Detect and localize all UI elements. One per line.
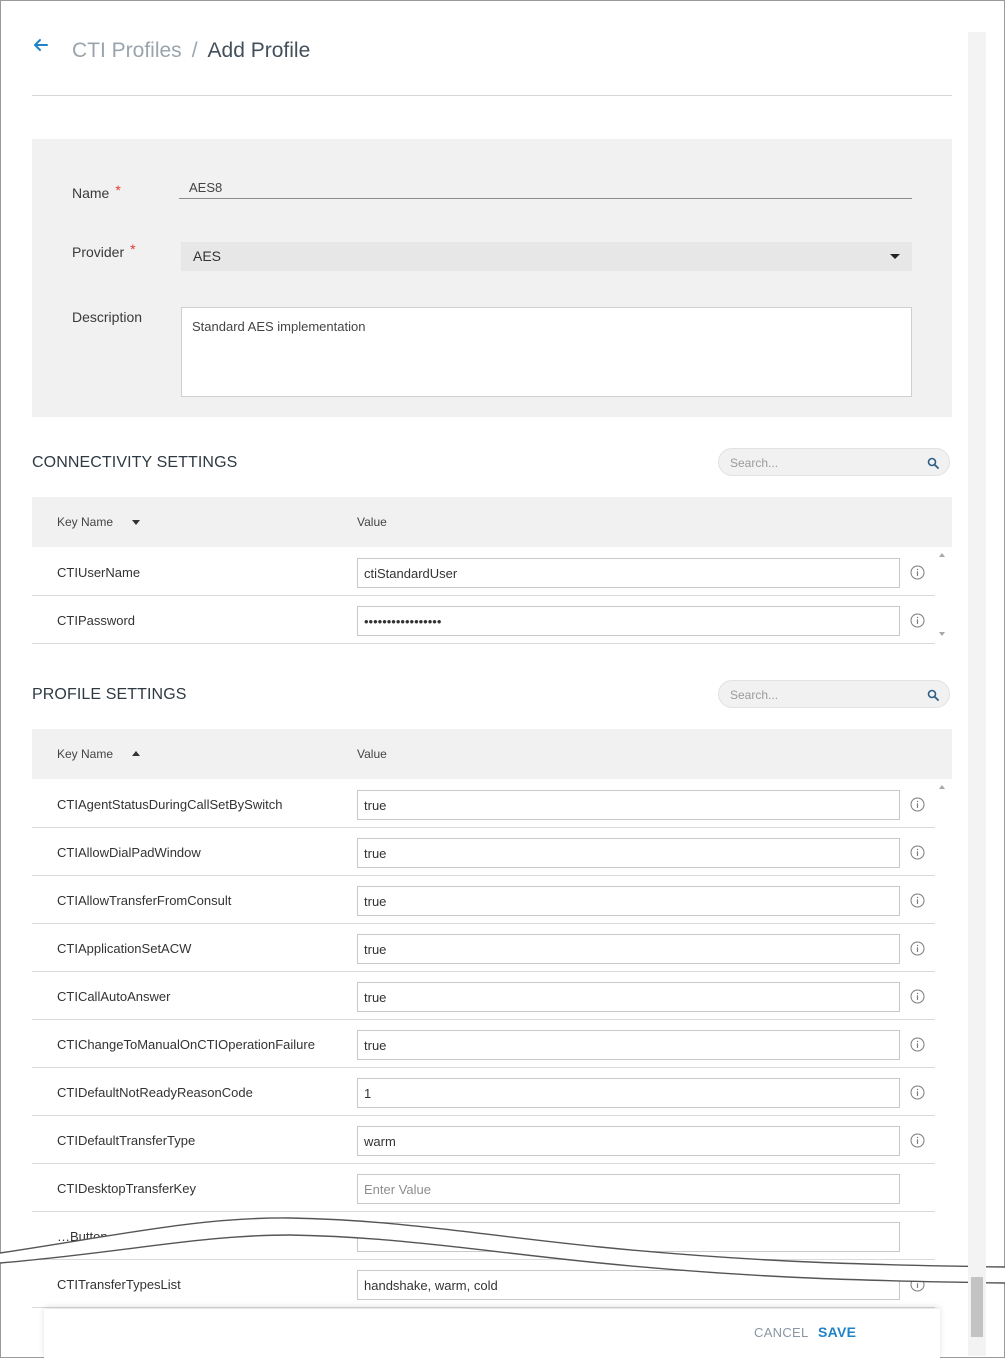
description-label: Description [72, 309, 143, 325]
row-value-input[interactable] [357, 982, 900, 1012]
row-value-input[interactable] [357, 838, 900, 868]
profile-search-input[interactable] [730, 687, 910, 703]
caret-down-icon [890, 254, 900, 259]
scroll-up-icon[interactable] [939, 553, 945, 557]
profile-table-header: Key Name Value [32, 729, 952, 779]
description-textarea[interactable]: Standard AES implementation [181, 307, 912, 397]
table-row: CTIAgentStatusDuringCallSetBySwitch [32, 780, 935, 828]
info-icon[interactable] [910, 941, 925, 956]
required-marker: * [130, 241, 136, 257]
name-label: Name * [72, 182, 121, 201]
table-row: …Button [32, 1212, 935, 1260]
sort-descending-icon[interactable] [132, 520, 140, 525]
row-value-input[interactable] [357, 1030, 900, 1060]
row-value-input[interactable] [357, 886, 900, 916]
info-icon[interactable] [910, 845, 925, 860]
table-row: CTICallAutoAnswer [32, 972, 935, 1020]
profile-settings-title: PROFILE SETTINGS [32, 686, 187, 703]
info-icon[interactable] [910, 1037, 925, 1052]
table-row: CTIPassword [32, 596, 935, 644]
info-icon[interactable] [910, 613, 925, 628]
table-row: CTIApplicationSetACW [32, 924, 935, 972]
table-row: CTITransferTypesList [32, 1260, 935, 1308]
table-row: CTIAllowTransferFromConsult [32, 876, 935, 924]
profile-form-panel: Name * Provider * AES Description Standard… [32, 139, 952, 417]
row-key: CTICallAutoAnswer [57, 989, 171, 1004]
connectivity-search [718, 448, 950, 476]
table-row: CTIDefaultNotReadyReasonCode [32, 1068, 935, 1116]
required-marker: * [115, 182, 121, 198]
row-key: CTIChangeToManualOnCTIOperationFailure [57, 1037, 315, 1052]
breadcrumb-cti-profiles[interactable]: CTI Profiles [72, 39, 182, 63]
provider-dropdown[interactable]: AES [181, 242, 912, 271]
scroll-up-icon[interactable] [939, 785, 945, 789]
page-title: Add Profile [207, 39, 311, 62]
row-value-input[interactable] [357, 934, 900, 964]
row-value-input[interactable] [357, 1078, 900, 1108]
table-row: CTIDefaultTransferType [32, 1116, 935, 1164]
info-icon[interactable] [910, 989, 925, 1004]
info-icon[interactable] [910, 893, 925, 908]
scroll-down-icon[interactable] [939, 632, 945, 636]
provider-label: Provider * [72, 241, 136, 260]
cancel-button[interactable]: CANCEL [754, 1325, 809, 1340]
profile-table-scrollbar[interactable] [937, 782, 949, 1302]
name-input[interactable] [179, 177, 912, 199]
connectivity-table-scrollbar[interactable] [937, 550, 949, 642]
row-key: …Button [57, 1229, 108, 1244]
sort-ascending-icon[interactable] [132, 751, 140, 756]
profile-search [718, 680, 950, 708]
search-icon[interactable] [927, 689, 939, 701]
connectivity-search-input[interactable] [730, 455, 910, 471]
row-key: CTIAllowTransferFromConsult [57, 893, 232, 908]
connectivity-table-header: Key Name Value [32, 497, 952, 547]
page-scrollbar[interactable] [968, 32, 986, 1356]
row-key: CTIUserName [57, 565, 141, 580]
info-icon[interactable] [910, 797, 925, 812]
provider-selected-value: AES [193, 248, 222, 264]
password-input[interactable] [357, 606, 900, 636]
row-key: CTIDefaultTransferType [57, 1133, 196, 1148]
info-icon[interactable] [910, 1277, 925, 1292]
column-header-value: Value [357, 747, 387, 761]
table-row: CTIUserName [32, 548, 935, 596]
search-icon[interactable] [927, 457, 939, 469]
page-header: CTI Profiles / Add Profile [32, 30, 952, 96]
row-key: CTITransferTypesList [57, 1277, 181, 1292]
column-header-key-name[interactable]: Key Name [57, 747, 113, 761]
row-value-input[interactable] [357, 1126, 900, 1156]
row-value-input[interactable] [357, 558, 900, 588]
save-button[interactable]: SAVE [818, 1324, 856, 1340]
column-header-key-name[interactable]: Key Name [57, 515, 113, 529]
breadcrumb-separator: / [191, 39, 198, 62]
row-value-input[interactable] [357, 790, 900, 820]
name-label-text: Name [72, 185, 110, 201]
info-icon[interactable] [910, 1085, 925, 1100]
page-scrollbar-thumb[interactable] [971, 1277, 983, 1337]
row-value-input[interactable] [357, 1270, 900, 1300]
row-key: CTIDefaultNotReadyReasonCode [57, 1085, 253, 1100]
row-value-input[interactable] [357, 1222, 900, 1252]
breadcrumb: CTI Profiles / Add Profile [72, 39, 310, 63]
row-key: CTIAllowDialPadWindow [57, 845, 201, 860]
info-icon[interactable] [910, 565, 925, 580]
table-row: CTIAllowDialPadWindow [32, 828, 935, 876]
table-row: CTIDesktopTransferKey [32, 1164, 935, 1212]
row-key: CTIApplicationSetACW [57, 941, 192, 956]
footer-action-bar: CANCEL SAVE [44, 1309, 940, 1358]
arrow-left-icon[interactable] [32, 36, 50, 54]
connectivity-settings-title: CONNECTIVITY SETTINGS [32, 454, 238, 471]
info-icon[interactable] [910, 1133, 925, 1148]
row-key: CTIPassword [57, 613, 136, 628]
row-value-input[interactable] [357, 1174, 900, 1204]
row-key: CTIDesktopTransferKey [57, 1181, 196, 1196]
row-key: CTIAgentStatusDuringCallSetBySwitch [57, 797, 283, 812]
provider-label-text: Provider [72, 244, 125, 260]
column-header-value: Value [357, 515, 387, 529]
table-row: CTIChangeToManualOnCTIOperationFailure [32, 1020, 935, 1068]
